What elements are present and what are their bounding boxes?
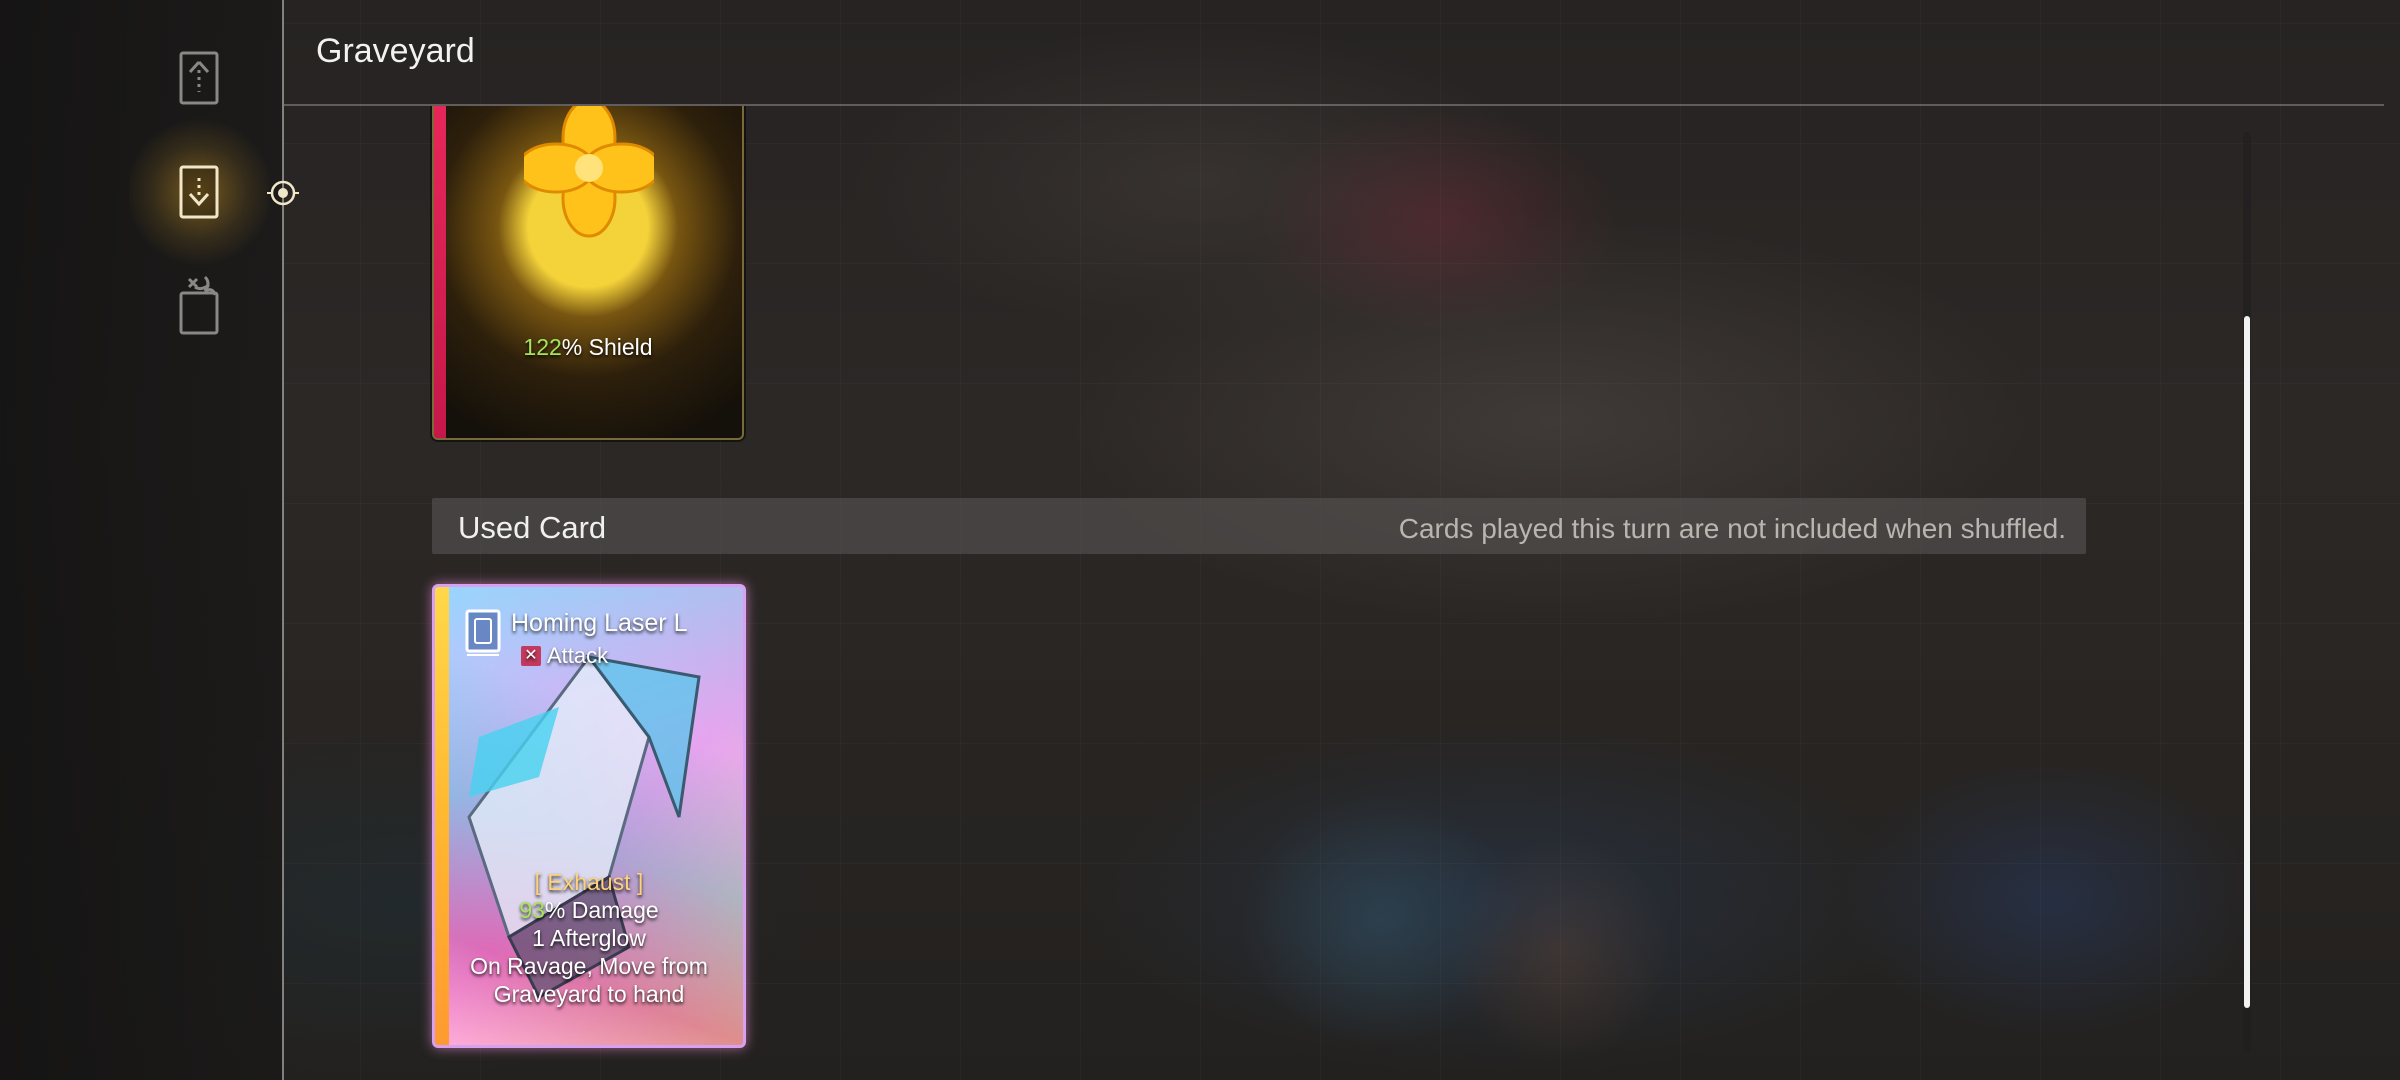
card-rarity-stripe <box>434 106 446 438</box>
card-afterglow-line: 1 Afterglow <box>532 925 646 951</box>
sidebar-item-removed[interactable] <box>164 266 234 346</box>
card-shield[interactable]: 122% Shield <box>432 106 744 440</box>
used-card-header: Used Card Cards played this turn are not… <box>432 498 2086 554</box>
damage-value: 93 <box>519 897 545 923</box>
draw-pile-icon <box>179 51 219 105</box>
graveyard-icon <box>179 165 219 219</box>
graveyard-screen: Graveyard 122% Shield Used Card Cards pl… <box>0 0 2400 1080</box>
attack-type-icon: ✕ <box>521 646 541 666</box>
sidebar-item-graveyard[interactable] <box>129 112 269 272</box>
card-homing-laser[interactable]: Homing Laser L ✕ Attack [ Exhaust ] 93% … <box>432 584 746 1048</box>
scrollbar-thumb[interactable] <box>2244 316 2250 1008</box>
card-effect-text: 122% Shield <box>434 334 742 361</box>
card-type-label: Attack <box>547 643 609 668</box>
sidebar-item-draw-pile[interactable] <box>164 38 234 118</box>
removed-cards-icon <box>179 275 219 335</box>
card-exhaust-tag: [ Exhaust ] <box>534 869 644 895</box>
used-card-note: Cards played this turn are not included … <box>1398 513 2066 544</box>
shield-value: 122 <box>523 334 562 360</box>
card-effect-line-1: On Ravage, Move from <box>470 953 708 979</box>
card-damage-line: 93% Damage <box>435 897 743 924</box>
card-effect-line-2: Graveyard to hand <box>493 981 685 1007</box>
flower-art-icon <box>524 106 654 238</box>
page-title: Graveyard <box>316 32 475 70</box>
used-card-title: Used Card <box>458 510 607 545</box>
shield-label: % Shield <box>561 334 653 360</box>
card-list[interactable]: 122% Shield Used Card Cards played this … <box>284 106 2384 1080</box>
header-bar: Graveyard <box>284 0 2384 106</box>
card-name: Homing Laser L <box>511 609 688 637</box>
card-type: ✕ Attack <box>521 643 608 669</box>
damage-label: % Damage <box>544 897 659 923</box>
card-cost-icon <box>465 609 501 656</box>
